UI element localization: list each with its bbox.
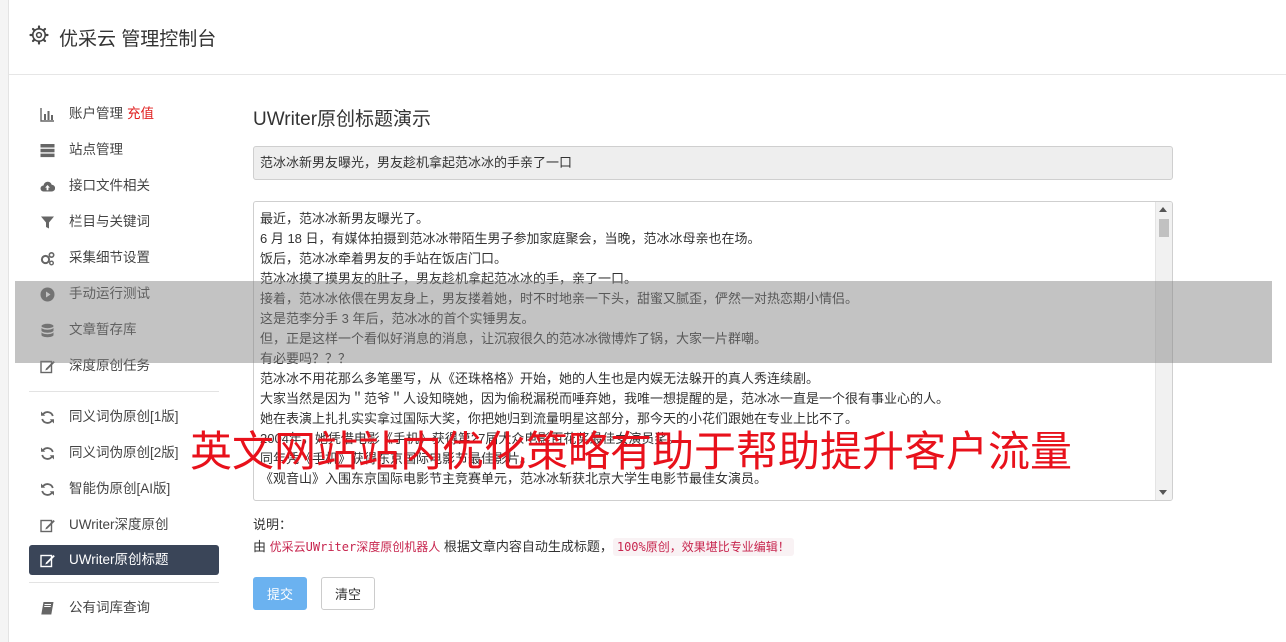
article-line: 2004年，她凭借电影《手机》获得第27届大众电影百花奖最佳女演员奖。 xyxy=(260,431,681,446)
cogs-icon xyxy=(40,251,55,266)
sidebar-item-label: UWriter深度原创 xyxy=(69,517,169,532)
gear-icon xyxy=(29,25,49,45)
edit-icon xyxy=(40,519,55,533)
edit-icon xyxy=(40,554,55,568)
sidebar-item-categories-keywords[interactable]: 栏目与关键词 xyxy=(29,204,219,240)
sidebar-item-synonym-v1[interactable]: 同义词伪原创[1版] xyxy=(29,399,219,435)
sidebar-item-sites[interactable]: 站点管理 xyxy=(29,132,219,168)
sidebar-item-article-storage[interactable]: 文章暂存库 xyxy=(29,312,219,348)
sidebar-item-label: 手动运行测试 xyxy=(69,286,150,301)
sidebar-item-interface-files[interactable]: 接口文件相关 xyxy=(29,168,219,204)
note-text: 由 优采云UWriter深度原创机器人 根据文章内容自动生成标题， 100%原创，… xyxy=(253,536,794,556)
book-icon xyxy=(41,602,54,615)
sidebar-item-label: 智能伪原创[AI版] xyxy=(69,481,171,496)
note-highlight: 100%原创，效果堪比专业编辑！ xyxy=(612,538,794,556)
sidebar-item-manual-run[interactable]: 手动运行测试 xyxy=(29,276,219,312)
sidebar-item-public-lexicon[interactable]: 公有词库查询 xyxy=(29,590,219,626)
main-content: UWriter原创标题演示 范冰冰新男友曝光，男友趁机拿起范冰冰的手亲了一口 最… xyxy=(253,104,1173,610)
sidebar-item-label: 同义词伪原创[2版] xyxy=(69,445,179,460)
server-icon xyxy=(40,144,55,158)
uwriter-robot-link[interactable]: 优采云UWriter深度原创机器人 xyxy=(270,540,441,554)
refresh-icon xyxy=(41,411,54,424)
submit-button[interactable]: 提交 xyxy=(253,577,307,610)
refresh-icon xyxy=(41,483,54,496)
sidebar-item-label: 栏目与关键词 xyxy=(69,214,150,229)
sidebar-item-label: 站点管理 xyxy=(69,142,123,157)
play-circle-icon xyxy=(40,287,55,302)
sidebar-item-uwriter-title[interactable]: UWriter原创标题 xyxy=(29,545,219,575)
refresh-icon xyxy=(41,447,54,460)
recharge-link[interactable]: 充值 xyxy=(127,106,154,121)
clear-button[interactable]: 清空 xyxy=(321,577,375,610)
scrollbar[interactable] xyxy=(1155,202,1172,500)
article-line: 《观音山》入围东京国际电影节主竞赛单元，范冰冰斩获北京大学生电影节最佳女演员。 xyxy=(260,471,768,486)
page-title: UWriter原创标题演示 xyxy=(253,109,432,130)
header: 优采云 管理控制台 xyxy=(9,0,1286,75)
article-text: 最近，范冰冰新男友曝光了。 6 月 18 日，有媒体拍摄到范冰冰带陌生男子参加家庭… xyxy=(260,209,1152,489)
edit-icon xyxy=(40,360,55,374)
sidebar-item-label: 同义词伪原创[1版] xyxy=(69,409,179,424)
sidebar-item-deep-original-tasks[interactable]: 深度原创任务 xyxy=(29,348,219,384)
sidebar-item-label: 账户管理 xyxy=(69,106,123,121)
note-label: 说明： xyxy=(253,517,293,532)
article-line: 最近，范冰冰新男友曝光了。 xyxy=(260,211,430,226)
sidebar-item-label: 采集细节设置 xyxy=(69,250,150,265)
sidebar-item-synonym-v2[interactable]: 同义词伪原创[2版] xyxy=(29,435,219,471)
article-line: 6 月 18 日，有媒体拍摄到范冰冰带陌生男子参加家庭聚会，当晚，范冰冰母亲也在… xyxy=(260,231,761,246)
article-line: 范冰冰摸了摸男友的肚子，男友趁机拿起范冰冰的手，亲了一口。 xyxy=(260,271,638,286)
article-line: 有必要吗？？？ xyxy=(260,351,352,366)
article-line: 这是范李分手 3 年后，范冰冰的首个实锤男友。 xyxy=(260,311,535,326)
console-panel: 优采云 管理控制台 账户管理 充值 站点管理 接口文件相关 栏目与关键词 采集细节… xyxy=(8,0,1286,642)
sidebar-item-label: 文章暂存库 xyxy=(69,322,137,337)
article-line: 但，正是这样一个看似好消息的消息，让沉寂很久的范冰冰微博炸了锅，大家一片群嘲。 xyxy=(260,331,768,346)
sidebar-item-uwriter-deep[interactable]: UWriter深度原创 xyxy=(29,507,219,543)
scroll-down-icon[interactable] xyxy=(1159,490,1167,495)
scrollbar-thumb[interactable] xyxy=(1159,219,1169,237)
sidebar-item-label: 接口文件相关 xyxy=(69,178,150,193)
note-prefix: 由 xyxy=(253,539,267,554)
scroll-up-icon[interactable] xyxy=(1159,207,1167,212)
cloud-upload-icon xyxy=(40,181,55,192)
article-line: 饭后，范冰冰牵着男友的手站在饭店门口。 xyxy=(260,251,508,266)
article-line: 范冰冰不用花那么多笔墨写，从《还珠格格》开始，她的人生也是内娱无法躲开的真人秀连… xyxy=(260,371,820,386)
bar-chart-icon xyxy=(40,108,54,122)
article-line: 她在表演上扎扎实实拿过国际大奖，你把她归到流量明星这部分，那今天的小花们跟她在专… xyxy=(260,411,859,426)
sidebar-item-label: 深度原创任务 xyxy=(69,358,150,373)
sidebar-item-label: 公有词库查询 xyxy=(69,600,150,615)
sidebar-divider xyxy=(29,391,219,392)
sidebar: 账户管理 充值 站点管理 接口文件相关 栏目与关键词 采集细节设置 手动运行测试 … xyxy=(29,96,219,626)
article-line: 大家当然是因为＂范爷＂人设知晓她，因为偷税漏税而唾弃她，我唯一想提醒的是，范冰冰… xyxy=(260,391,950,406)
filter-icon xyxy=(41,216,54,229)
article-textarea[interactable]: 最近，范冰冰新男友曝光了。 6 月 18 日，有媒体拍摄到范冰冰带陌生男子参加家庭… xyxy=(253,201,1173,501)
article-line: 同年凭《手机》获得东京国际电影节最佳影片。 xyxy=(260,451,534,466)
app-title: 优采云 管理控制台 xyxy=(59,29,217,50)
sidebar-divider xyxy=(29,582,219,583)
note-middle: 根据文章内容自动生成标题， xyxy=(443,539,613,554)
title-field[interactable]: 范冰冰新男友曝光，男友趁机拿起范冰冰的手亲了一口 xyxy=(253,146,1173,180)
sidebar-item-label: UWriter原创标题 xyxy=(69,552,169,567)
article-line: 接着，范冰冰依偎在男友身上，男友搂着她，时不时地亲一下头，甜蜜又腻歪，俨然一对热… xyxy=(260,291,859,306)
sidebar-item-collection-settings[interactable]: 采集细节设置 xyxy=(29,240,219,276)
sidebar-item-ai-rewrite[interactable]: 智能伪原创[AI版] xyxy=(29,471,219,507)
database-icon xyxy=(41,323,54,338)
sidebar-item-account[interactable]: 账户管理 充值 xyxy=(29,96,219,132)
